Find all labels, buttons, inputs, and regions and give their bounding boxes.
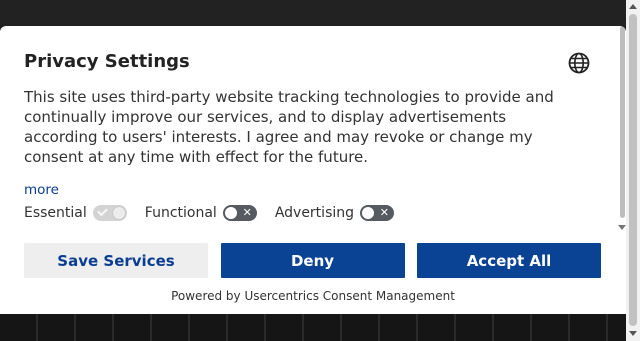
accept-all-button[interactable]: Accept All [417,243,601,278]
save-services-button[interactable]: Save Services [24,243,208,278]
privacy-settings-dialog: Privacy Settings This site uses third-pa… [0,26,626,314]
toggle-advertising: Advertising ✕ [274,205,395,221]
advertising-switch-knob [361,206,376,220]
dialog-scrollbar[interactable] [616,26,626,236]
category-toggles: Essential Functional ✕ Advertising ✕ [24,203,412,223]
page-backdrop-bottom [0,314,640,341]
advertising-switch[interactable]: ✕ [360,205,395,221]
toggle-functional-label: Functional [144,205,217,221]
page-scrollbar[interactable] [626,0,640,341]
page-backdrop-top [0,0,640,26]
essential-switch-knob [111,206,126,220]
toggle-functional: Functional ✕ [145,205,257,221]
toggle-essential-label: Essential [24,205,87,221]
functional-switch[interactable]: ✕ [222,205,257,221]
scroll-down-icon[interactable] [629,331,637,336]
scroll-down-icon[interactable] [618,225,626,230]
more-link[interactable]: more [24,182,59,198]
close-icon: ✕ [379,206,390,219]
page-scroll-thumb[interactable] [629,14,637,326]
deny-button[interactable]: Deny [220,243,405,278]
functional-switch-knob [223,206,238,220]
powered-by-text: Powered by Usercentrics Consent Manageme… [171,289,455,303]
scroll-up-icon[interactable] [629,4,637,9]
action-buttons: Save Services Deny Accept All [24,243,601,278]
dialog-scroll-thumb[interactable] [620,26,625,218]
dialog-title: Privacy Settings [24,51,190,72]
consent-description: This site uses third-party website track… [24,88,554,166]
globe-icon[interactable] [567,51,591,75]
toggle-advertising-label: Advertising [274,205,355,221]
close-icon: ✕ [242,206,252,219]
essential-switch [92,205,127,221]
check-icon [96,205,108,217]
toggle-essential: Essential [24,205,127,221]
